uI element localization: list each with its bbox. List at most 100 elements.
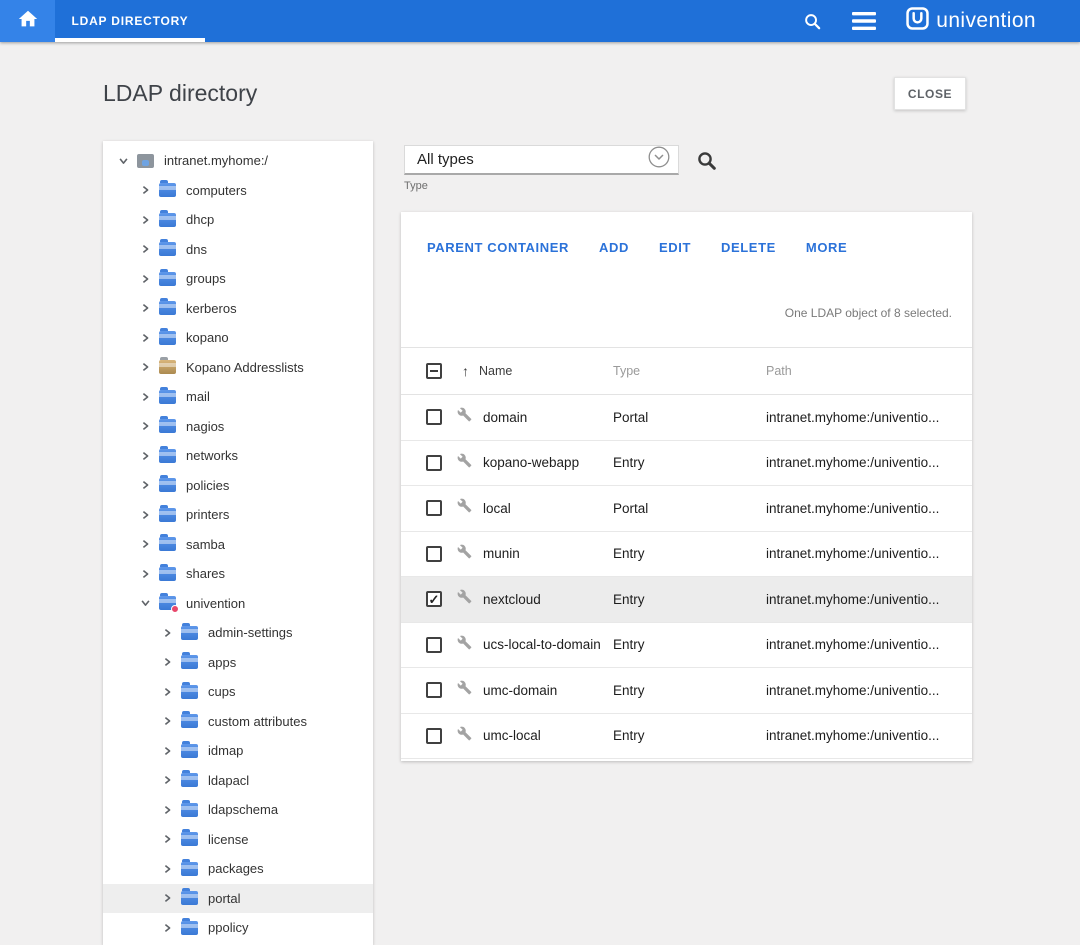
table-row-domain[interactable]: domain Portal intranet.myhome:/univentio…: [401, 395, 972, 441]
action-edit-button[interactable]: EDIT: [659, 240, 691, 255]
chevron-right-icon[interactable]: [138, 333, 152, 343]
tree-item-custom-attributes[interactable]: custom attributes: [103, 707, 373, 737]
tree-item-printers[interactable]: printers: [103, 500, 373, 530]
tree-item-nagios[interactable]: nagios: [103, 412, 373, 442]
row-checkbox[interactable]: [426, 546, 442, 562]
chevron-right-icon[interactable]: [138, 215, 152, 225]
chevron-right-icon[interactable]: [160, 775, 174, 785]
tree-item-ldapacl[interactable]: ldapacl: [103, 766, 373, 796]
chevron-right-icon[interactable]: [138, 274, 152, 284]
search-icon[interactable]: [803, 12, 822, 31]
tree-item-groups[interactable]: groups: [103, 264, 373, 294]
row-checkbox-cell: [401, 500, 457, 516]
tree-item-kopano[interactable]: kopano: [103, 323, 373, 353]
home-button[interactable]: [0, 0, 55, 42]
object-type-icon-cell: [457, 498, 483, 518]
type-select[interactable]: All types: [404, 145, 679, 175]
table-row-kopano-webapp[interactable]: kopano-webapp Entry intranet.myhome:/uni…: [401, 441, 972, 487]
tree-item-packages[interactable]: packages: [103, 854, 373, 884]
tree-item-dns[interactable]: dns: [103, 235, 373, 265]
action-add-button[interactable]: ADD: [599, 240, 629, 255]
chevron-right-icon[interactable]: [160, 716, 174, 726]
chevron-down-icon[interactable]: [116, 156, 130, 166]
tree-item-idmap[interactable]: idmap: [103, 736, 373, 766]
menu-icon[interactable]: [852, 12, 876, 30]
row-checkbox[interactable]: [426, 409, 442, 425]
tree-item-shares[interactable]: shares: [103, 559, 373, 589]
tree-item-dhcp[interactable]: dhcp: [103, 205, 373, 235]
folder-icon: [159, 331, 176, 345]
table-row-ucs-local-to-domain[interactable]: ucs-local-to-domain Entry intranet.myhom…: [401, 623, 972, 669]
close-button[interactable]: CLOSE: [894, 77, 966, 110]
tab-ldap-directory[interactable]: LDAP DIRECTORY: [55, 0, 205, 42]
chevron-right-icon[interactable]: [160, 805, 174, 815]
table-row-munin[interactable]: munin Entry intranet.myhome:/univentio..…: [401, 532, 972, 578]
row-checkbox[interactable]: [426, 682, 442, 698]
tree-item-networks[interactable]: networks: [103, 441, 373, 471]
column-header-name[interactable]: ↑ Name: [483, 363, 613, 379]
row-checkbox[interactable]: [426, 637, 442, 653]
chevron-right-icon[interactable]: [138, 539, 152, 549]
row-checkbox[interactable]: [426, 728, 442, 744]
row-checkbox[interactable]: [426, 591, 442, 607]
tree-item-apps[interactable]: apps: [103, 648, 373, 678]
row-checkbox[interactable]: [426, 455, 442, 471]
tree-item-policies[interactable]: policies: [103, 471, 373, 501]
action-more-button[interactable]: MORE: [806, 240, 847, 255]
chevron-right-icon[interactable]: [160, 687, 174, 697]
table-header: ↑ Name Type Path: [401, 348, 972, 395]
table-row-local[interactable]: local Portal intranet.myhome:/univentio.…: [401, 486, 972, 532]
tree-item-ldapschema[interactable]: ldapschema: [103, 795, 373, 825]
tree-item-intranet-myhome-[interactable]: intranet.myhome:/: [103, 146, 373, 176]
tree-item-kerberos[interactable]: kerberos: [103, 294, 373, 324]
action-parent-container-button[interactable]: PARENT CONTAINER: [427, 240, 569, 255]
chevron-right-icon[interactable]: [160, 746, 174, 756]
chevron-right-icon[interactable]: [138, 451, 152, 461]
chevron-right-icon[interactable]: [138, 392, 152, 402]
folder-icon: [181, 891, 198, 905]
type-select-value: All types: [417, 151, 648, 168]
table-row-nextcloud[interactable]: nextcloud Entry intranet.myhome:/univent…: [401, 577, 972, 623]
tab-label: LDAP DIRECTORY: [72, 14, 189, 28]
chevron-right-icon[interactable]: [138, 185, 152, 195]
table-row-umc-domain[interactable]: umc-domain Entry intranet.myhome:/univen…: [401, 668, 972, 714]
column-header-path[interactable]: Path: [766, 364, 972, 378]
chevron-right-icon[interactable]: [160, 657, 174, 667]
action-delete-button[interactable]: DELETE: [721, 240, 776, 255]
domain-icon: [137, 154, 154, 168]
tree-item-admin-settings[interactable]: admin-settings: [103, 618, 373, 648]
tree-item-kopano-addresslists[interactable]: Kopano Addresslists: [103, 353, 373, 383]
chevron-down-icon[interactable]: [138, 598, 152, 608]
tree-item-label: kopano: [186, 330, 229, 345]
chevron-right-icon[interactable]: [138, 421, 152, 431]
chevron-right-icon[interactable]: [138, 244, 152, 254]
select-all-checkbox[interactable]: [426, 363, 442, 379]
chevron-right-icon[interactable]: [138, 362, 152, 372]
chevron-right-icon[interactable]: [160, 864, 174, 874]
chevron-right-icon[interactable]: [160, 628, 174, 638]
cell-path: intranet.myhome:/univentio...: [766, 546, 972, 561]
table-row-umc-local[interactable]: umc-local Entry intranet.myhome:/univent…: [401, 714, 972, 760]
folder-icon: [181, 832, 198, 846]
chevron-right-icon[interactable]: [138, 303, 152, 313]
chevron-right-icon[interactable]: [160, 923, 174, 933]
tree-item-cups[interactable]: cups: [103, 677, 373, 707]
chevron-right-icon[interactable]: [160, 893, 174, 903]
tree-item-license[interactable]: license: [103, 825, 373, 855]
tree-item-samba[interactable]: samba: [103, 530, 373, 560]
chevron-right-icon[interactable]: [138, 569, 152, 579]
chevron-right-icon[interactable]: [138, 480, 152, 490]
column-header-type[interactable]: Type: [613, 364, 766, 378]
chevron-right-icon[interactable]: [138, 510, 152, 520]
search-button[interactable]: [696, 150, 718, 172]
chevron-right-icon[interactable]: [160, 834, 174, 844]
cell-name: domain: [483, 410, 613, 425]
cell-path: intranet.myhome:/univentio...: [766, 410, 972, 425]
tree-item-mail[interactable]: mail: [103, 382, 373, 412]
tree-item-ppolicy[interactable]: ppolicy: [103, 913, 373, 943]
row-checkbox[interactable]: [426, 500, 442, 516]
univention-logo-mark-icon: [906, 7, 929, 35]
tree-item-portal[interactable]: portal: [103, 884, 373, 914]
tree-item-computers[interactable]: computers: [103, 176, 373, 206]
tree-item-univention[interactable]: univention: [103, 589, 373, 619]
